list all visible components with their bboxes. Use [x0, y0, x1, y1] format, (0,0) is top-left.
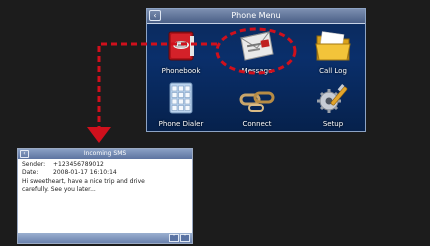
sms-titlebar: ‹ Incoming SMS — [18, 149, 192, 159]
sms-body: Sender: +123456789012 Date: 2008-01-17 1… — [22, 161, 188, 194]
chevron-up-icon: ˄ — [172, 234, 176, 241]
menu-item-message[interactable]: Message — [227, 26, 287, 78]
scroll-down-button[interactable]: ˅ — [180, 234, 190, 242]
menu-item-label: Connect — [242, 120, 272, 128]
menu-item-label: Phone Dialer — [158, 120, 204, 128]
date-value: 2008-01-17 16:10:14 — [53, 169, 117, 176]
menu-item-connect[interactable]: Connect — [227, 79, 287, 131]
menu-item-label: Phonebook — [161, 67, 201, 75]
sender-value: +123456789012 — [53, 161, 104, 168]
phone-menu-titlebar: ‹ Phone Menu — [147, 9, 365, 24]
date-label: Date: — [22, 169, 39, 176]
menu-item-label: Setup — [322, 120, 344, 128]
sender-row: Sender: +123456789012 — [22, 161, 188, 169]
incoming-sms-screen: ‹ Incoming SMS Sender: +123456789012 Dat… — [17, 148, 193, 244]
sms-title: Incoming SMS — [83, 150, 127, 157]
wrench-gear-icon — [317, 84, 348, 113]
arrow-down-icon — [87, 127, 111, 143]
message-icon — [239, 31, 274, 61]
scroll-up-button[interactable]: ˄ — [169, 234, 179, 242]
menu-item-setup[interactable]: Setup — [303, 79, 363, 131]
phone-menu-screen: ‹ Phone Menu Phonebook Message Call Log … — [146, 8, 366, 132]
message-text: Hi sweetheart, have a nice trip and driv… — [22, 178, 145, 193]
menu-item-phone-dialer[interactable]: Phone Dialer — [151, 79, 211, 131]
call-log-icon — [315, 31, 351, 61]
phonebook-icon — [168, 31, 194, 61]
sms-footer: ˄ ˅ — [18, 233, 192, 243]
sender-label: Sender: — [22, 161, 46, 168]
date-row: Date: 2008-01-17 16:10:14 — [22, 169, 188, 177]
chevron-down-icon: ˅ — [183, 234, 187, 241]
menu-item-label: Message — [241, 67, 273, 75]
menu-item-phonebook[interactable]: Phonebook — [151, 26, 211, 78]
keypad-icon — [169, 82, 193, 114]
chain-link-icon — [239, 91, 275, 112]
menu-item-label: Call Log — [319, 67, 347, 75]
phone-menu-title: Phone Menu — [231, 11, 281, 20]
menu-item-call-log[interactable]: Call Log — [303, 26, 363, 78]
